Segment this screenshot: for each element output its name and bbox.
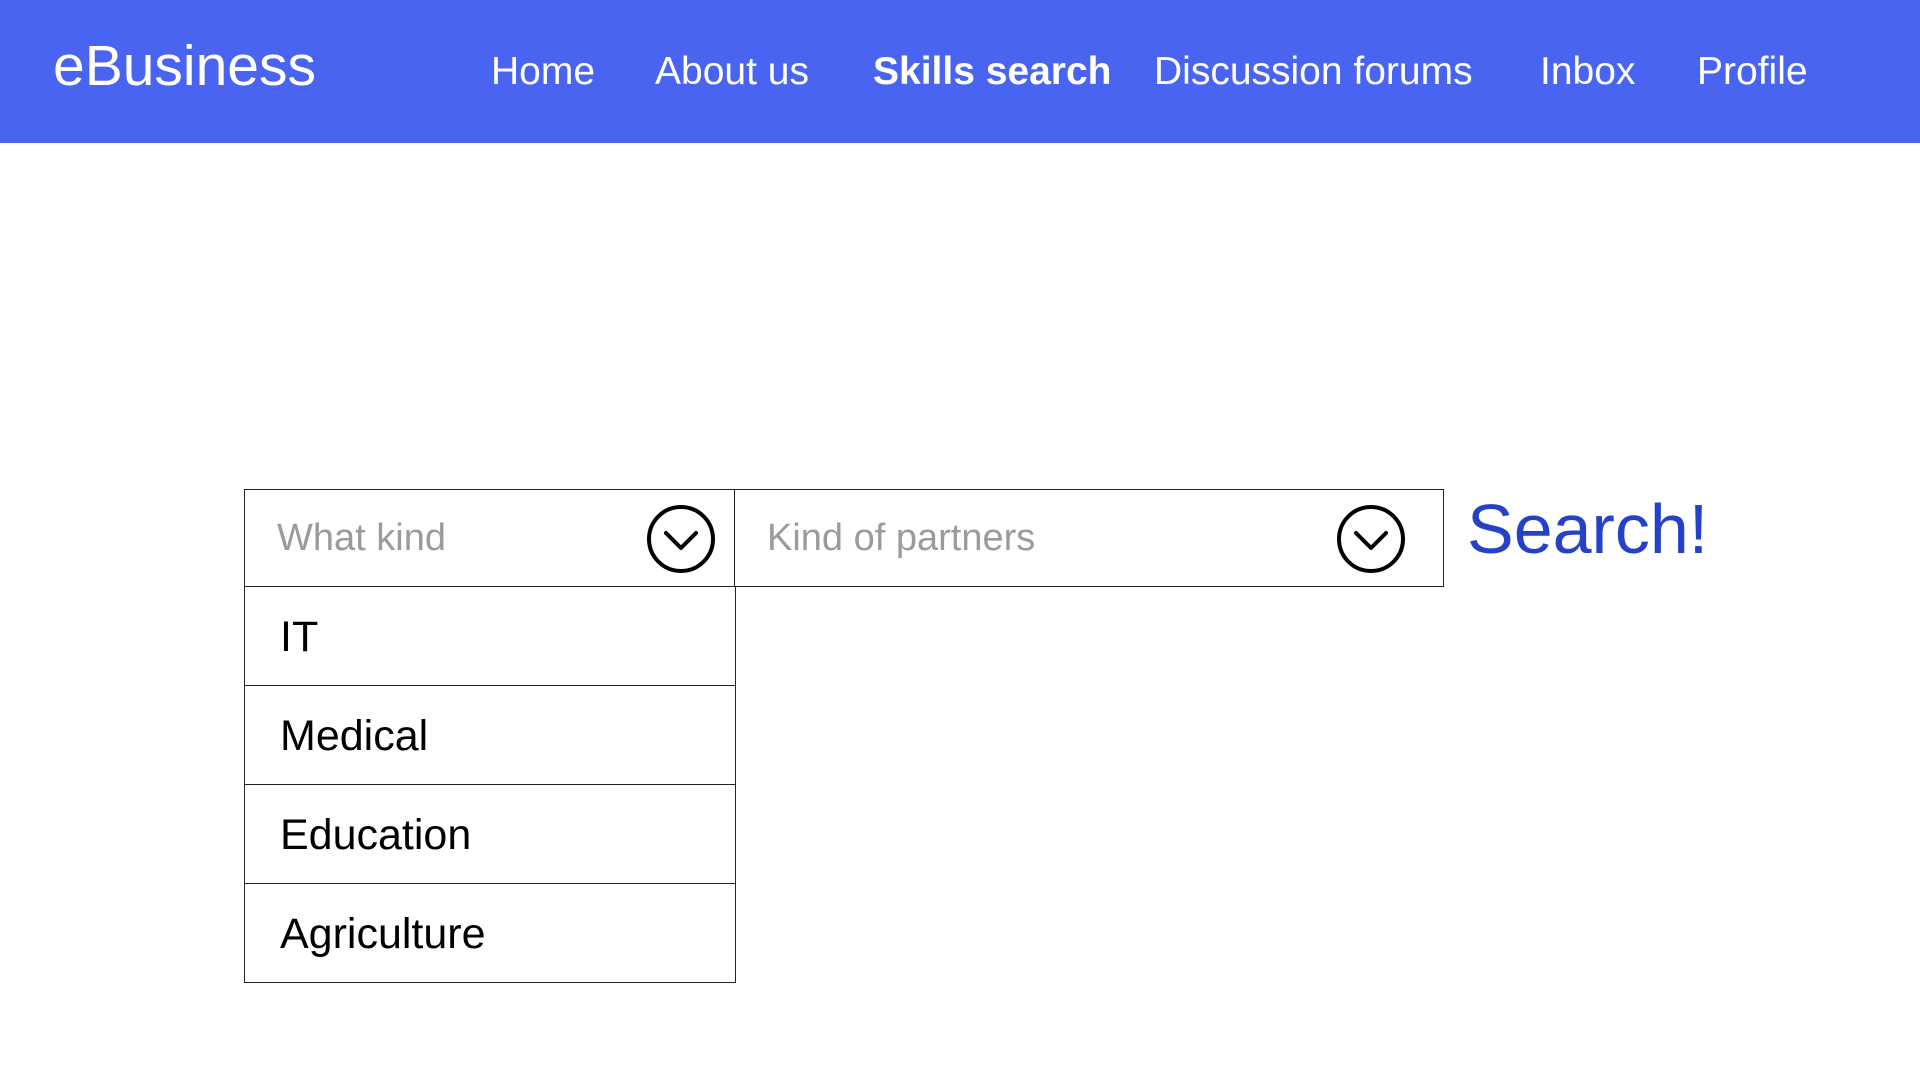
brand-logo[interactable]: eBusiness xyxy=(53,38,316,95)
dropdown-option-label: Medical xyxy=(280,712,429,760)
dropdown-option-medical[interactable]: Medical xyxy=(244,686,736,785)
chevron-down-icon[interactable] xyxy=(646,504,716,574)
nav-item-profile[interactable]: Profile xyxy=(1697,52,1808,91)
nav-item-home[interactable]: Home xyxy=(491,52,595,91)
dropdown-option-education[interactable]: Education xyxy=(244,785,736,884)
chevron-down-icon[interactable] xyxy=(1336,504,1406,574)
kind-of-partners-placeholder: Kind of partners xyxy=(767,517,1036,559)
nav-item-about-us[interactable]: About us xyxy=(655,52,809,91)
nav-item-discussion-forums[interactable]: Discussion forums xyxy=(1154,52,1473,91)
dropdown-option-it[interactable]: IT xyxy=(244,587,736,686)
dropdown-option-label: Education xyxy=(280,811,472,859)
nav-item-inbox[interactable]: Inbox xyxy=(1540,52,1635,91)
dropdown-option-label: Agriculture xyxy=(280,910,486,958)
search-button[interactable]: Search! xyxy=(1467,494,1708,564)
nav-item-skills-search[interactable]: Skills search xyxy=(873,52,1112,91)
dropdown-option-agriculture[interactable]: Agriculture xyxy=(244,884,736,983)
dropdown-option-label: IT xyxy=(280,613,319,661)
what-kind-placeholder: What kind xyxy=(277,517,446,559)
kind-of-partners-select[interactable]: Kind of partners xyxy=(734,489,1444,587)
top-navbar: eBusiness Home About us Skills search Di… xyxy=(0,0,1920,143)
what-kind-select[interactable]: What kind xyxy=(244,489,736,587)
what-kind-dropdown-list: IT Medical Education Agriculture xyxy=(244,587,736,983)
